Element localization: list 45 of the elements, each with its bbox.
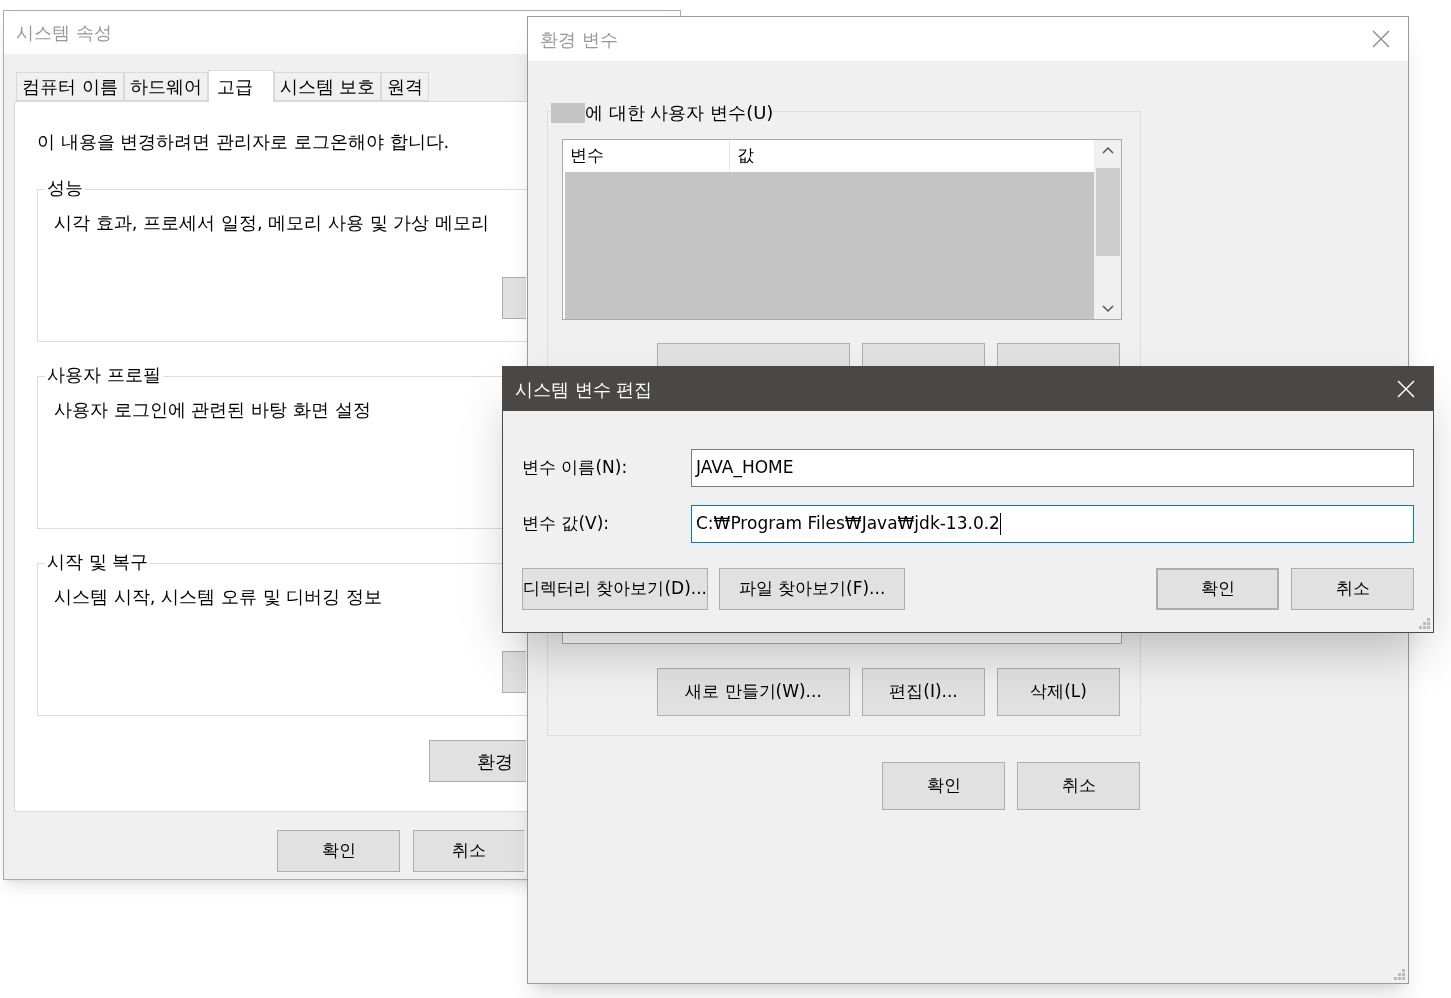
input-field[interactable]: JAVA_HOME	[691, 449, 1414, 487]
dialog-button[interactable]: 취소	[413, 830, 524, 872]
redacted-block	[551, 102, 585, 123]
dialog-button[interactable]: 확인	[1156, 568, 1279, 610]
group-title: 에 대한 사용자 변수(U)	[585, 101, 774, 125]
column-header[interactable]: 값	[730, 140, 1094, 172]
tab[interactable]: 고급	[207, 70, 274, 102]
field-value: JAVA_HOME	[696, 456, 794, 480]
list-button[interactable]	[862, 343, 985, 366]
dialog-button[interactable]: 확인	[882, 762, 1005, 810]
tab[interactable]: 하드웨어	[123, 72, 208, 101]
window-title: 시스템 변수 편집	[515, 377, 653, 402]
environment-variables-button[interactable]: 환경	[429, 740, 526, 782]
dialog-button[interactable]: 취소	[1017, 762, 1140, 810]
scroll-up-icon[interactable]	[1101, 146, 1114, 154]
resize-grip-icon[interactable]	[1419, 618, 1431, 630]
scroll-down-icon[interactable]	[1101, 305, 1114, 313]
notice-text: 이 내용을 변경하려면 관리자로 로그온해야 합니다.	[37, 130, 451, 154]
tab[interactable]: 시스템 보호	[273, 72, 382, 101]
input-field[interactable]: C:₩Program Files₩Java₩jdk-13.0.2	[691, 505, 1414, 543]
scroll-thumb[interactable]	[1095, 167, 1120, 256]
scrollbar[interactable]	[1094, 140, 1121, 319]
group-description: 시각 효과, 프로세서 일정, 메모리 사용 및 가상 메모리	[54, 211, 490, 235]
settings-button[interactable]	[502, 651, 526, 693]
dialog-button[interactable]: 취소	[1291, 568, 1414, 610]
group-description: 시스템 시작, 시스템 오류 및 디버깅 정보	[54, 585, 383, 609]
list-button[interactable]: 삭제(L)	[997, 668, 1120, 716]
list-button[interactable]	[657, 343, 850, 366]
window-title: 환경 변수	[540, 27, 618, 52]
text-caret	[999, 513, 1001, 535]
tab[interactable]: 컴퓨터 이름	[16, 72, 124, 101]
field-value: C:₩Program Files₩Java₩jdk-13.0.2	[696, 512, 1000, 536]
window-title: 시스템 속성	[16, 21, 112, 45]
list-button[interactable]	[997, 343, 1120, 366]
dialog-button[interactable]: 확인	[277, 830, 400, 872]
tab[interactable]: 원격	[381, 72, 430, 101]
field-label: 변수 이름(N):	[522, 456, 629, 480]
list-button[interactable]: 편집(I)...	[862, 668, 985, 716]
settings-button[interactable]	[502, 277, 526, 319]
browse-button[interactable]: 파일 찾아보기(F)...	[719, 568, 905, 610]
group-description: 사용자 로그인에 관련된 바탕 화면 설정	[54, 398, 371, 422]
list-button[interactable]: 새로 만들기(W)...	[657, 668, 850, 716]
resize-grip-icon[interactable]	[1394, 969, 1406, 981]
browse-button[interactable]: 디렉터리 찾아보기(D)...	[522, 568, 708, 610]
field-label: 변수 값(V):	[522, 512, 611, 536]
